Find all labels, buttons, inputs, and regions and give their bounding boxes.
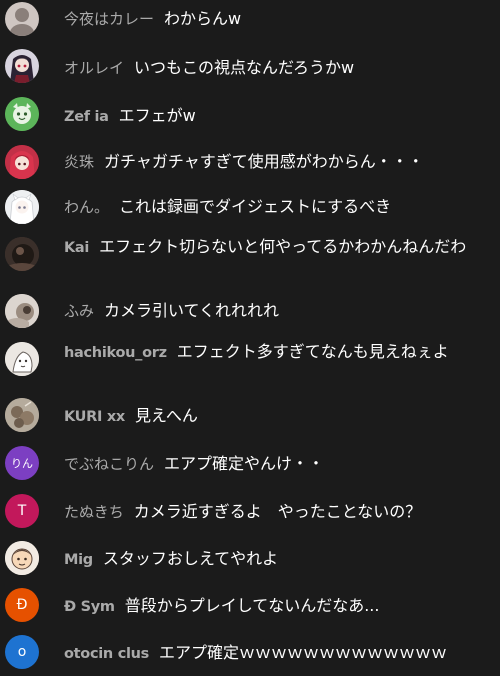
author-name[interactable]: オルレイ (64, 59, 124, 77)
letter-avatar-icon[interactable]: りん (5, 446, 39, 480)
red-haired-character-avatar-icon[interactable] (5, 145, 39, 179)
message-text: エフェクト多すぎてなんも見えねぇよ (176, 342, 449, 361)
avatar-letter: o (17, 644, 27, 660)
message-line: otocin clus エアプ確定ｗｗｗｗｗｗｗｗｗｗｗｗｗ (64, 641, 492, 666)
chat-message: 炎珠 ガチャガチャすぎて使用感がわからん・・・ (0, 142, 500, 182)
message-line: KURI xx 見えへん (64, 404, 492, 429)
chestnut-photo-avatar-icon[interactable] (5, 398, 39, 432)
chat-message-list: 今夜はカレー わからんw オルレイ いつもこの視点なんだろうかw Zef ia エフェ… (0, 0, 500, 676)
chat-message: オルレイ いつもこの視点なんだろうかw (0, 46, 500, 86)
author-name[interactable]: Mig (64, 552, 93, 568)
avatar-letter: りん (11, 457, 33, 470)
author-name[interactable]: ふみ (64, 302, 94, 320)
letter-avatar-icon[interactable]: Đ (5, 588, 39, 622)
message-line: Ð Sym 普段からプレイしてないんだなあ... (64, 594, 492, 619)
message-line: 今夜はカレー わからんw (64, 7, 492, 31)
default-user-avatar-icon[interactable] (5, 2, 39, 36)
message-text: エフェクト切らないと何やってるかわかんねんだわ (99, 237, 467, 256)
green-character-avatar-icon[interactable] (5, 97, 39, 131)
chat-message: hachikou_orz エフェクト多すぎてなんも見えねぇよ (0, 340, 500, 392)
chat-message: KURI xx 見えへん (0, 396, 500, 436)
letter-avatar-icon[interactable]: T (5, 494, 39, 528)
chat-message: Mig スタッフおしえてやれよ (0, 539, 500, 579)
message-text: カメラ近すぎるよ やったことないの？ (133, 502, 422, 521)
chat-message: りん でぶねこりん エアプ確定やんけ・・ (0, 444, 500, 484)
message-text: 見えへん (134, 406, 198, 425)
message-line: Mig スタッフおしえてやれよ (64, 547, 492, 572)
message-text: スタッフおしえてやれよ (102, 549, 279, 568)
message-line: hachikou_orz エフェクト多すぎてなんも見えねぇよ (64, 340, 492, 365)
message-text: カメラ引いてくれれれれ (104, 301, 280, 320)
author-name[interactable]: 炎珠 (64, 153, 94, 171)
author-name[interactable]: 今夜はカレー (64, 10, 154, 28)
anime-character-avatar-icon[interactable] (5, 49, 39, 83)
message-text: エアプ確定やんけ・・ (164, 454, 325, 473)
message-text: エアプ確定ｗｗｗｗｗｗｗｗｗｗｗｗｗ (159, 643, 448, 662)
chat-message: Zef ia エフェがw (0, 94, 500, 134)
message-line: でぶねこりん エアプ確定やんけ・・ (64, 452, 492, 476)
avatar-letter: T (17, 503, 27, 519)
author-name[interactable]: Ð Sym (64, 599, 115, 615)
chat-message: T たぬきち カメラ近すぎるよ やったことないの？ (0, 492, 500, 532)
message-text: いつもこの視点なんだろうかw (134, 58, 355, 77)
cartoon-face-avatar-icon[interactable] (5, 541, 39, 575)
chat-message: Kai エフェクト切らないと何やってるかわかんねんだわ (0, 235, 500, 287)
chat-message: 今夜はカレー わからんw (0, 0, 500, 38)
photo-avatar-icon[interactable] (5, 294, 39, 328)
message-text: ガチャガチャすぎて使用感がわからん・・・ (104, 152, 424, 171)
chat-message: ふみ カメラ引いてくれれれれ (0, 292, 500, 332)
message-line: オルレイ いつもこの視点なんだろうかw (64, 56, 492, 80)
message-line: 炎珠 ガチャガチャすぎて使用感がわからん・・・ (64, 150, 492, 174)
author-name[interactable]: KURI xx (64, 409, 125, 425)
message-line: ふみ カメラ引いてくれれれれ (64, 299, 492, 323)
author-name[interactable]: hachikou_orz (64, 345, 167, 361)
author-name[interactable]: Kai (64, 240, 89, 256)
chat-message: o otocin clus エアプ確定ｗｗｗｗｗｗｗｗｗｗｗｗｗ (0, 633, 500, 673)
message-text: エフェがw (118, 106, 196, 125)
avatar-letter: Đ (16, 597, 28, 613)
dark-photo-avatar-icon[interactable] (5, 237, 39, 271)
author-name[interactable]: わん。 (64, 198, 109, 216)
chat-message: Đ Ð Sym 普段からプレイしてないんだなあ... (0, 586, 500, 626)
author-name[interactable]: otocin clus (64, 646, 149, 662)
letter-avatar-icon[interactable]: o (5, 635, 39, 669)
author-name[interactable]: たぬきち (64, 503, 124, 521)
message-line: Zef ia エフェがw (64, 104, 492, 129)
chat-message: わん。 これは録画でダイジェストにするべき (0, 190, 500, 230)
message-line: わん。 これは録画でダイジェストにするべき (64, 195, 492, 219)
message-line: Kai エフェクト切らないと何やってるかわかんねんだわ (64, 235, 492, 260)
message-text: これは録画でダイジェストにするべき (119, 197, 392, 216)
author-name[interactable]: でぶねこりん (64, 455, 154, 473)
message-line: たぬきち カメラ近すぎるよ やったことないの？ (64, 500, 492, 524)
message-text: わからんw (164, 9, 242, 28)
author-name[interactable]: Zef ia (64, 109, 109, 125)
white-character-avatar-icon[interactable] (5, 190, 39, 224)
sketch-avatar-icon[interactable] (5, 342, 39, 376)
message-text: 普段からプレイしてないんだなあ... (124, 596, 380, 615)
